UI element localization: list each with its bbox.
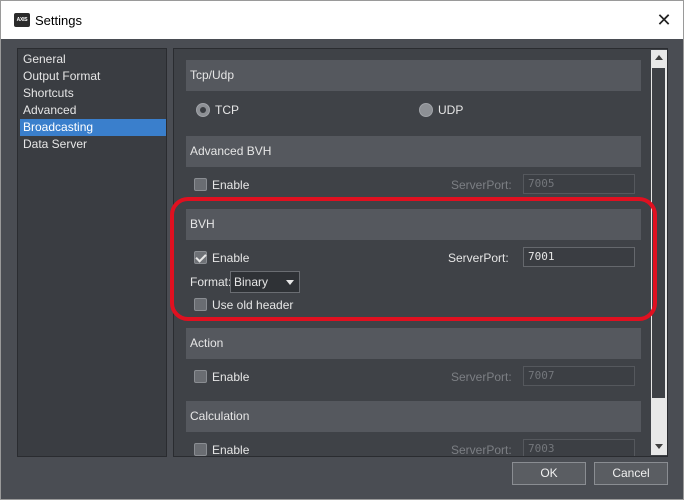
chevron-down-icon xyxy=(281,272,299,292)
bvh-port-label: ServerPort: xyxy=(448,251,509,265)
advanced-bvh-enable-checkbox[interactable] xyxy=(194,178,207,191)
advanced-bvh-port-field[interactable]: 7005 xyxy=(523,174,635,194)
ok-button[interactable]: OK xyxy=(512,462,586,485)
nav-item-shortcuts[interactable]: Shortcuts xyxy=(20,85,166,102)
bvh-format-select[interactable]: Binary xyxy=(230,271,300,293)
bvh-old-header-label: Use old header xyxy=(212,298,294,312)
action-port-field[interactable]: 7007 xyxy=(523,366,635,386)
settings-window: AXIS Settings ✕ General Output Format Sh… xyxy=(0,0,684,500)
calculation-port-label: ServerPort: xyxy=(451,443,512,457)
calculation-port-field[interactable]: 7003 xyxy=(523,439,635,456)
settings-nav: General Output Format Shortcuts Advanced… xyxy=(17,48,167,457)
action-enable-checkbox[interactable] xyxy=(194,370,207,383)
udp-label: UDP xyxy=(438,103,464,117)
scroll-up-arrow-icon[interactable] xyxy=(651,50,667,66)
section-header-calculation: Calculation xyxy=(186,401,641,432)
bvh-format-label: Format: xyxy=(190,275,232,289)
title-bar: AXIS Settings ✕ xyxy=(1,1,683,39)
action-port-label: ServerPort: xyxy=(451,370,512,384)
window-title: Settings xyxy=(35,13,82,28)
scroll-thumb[interactable] xyxy=(652,68,665,398)
close-icon[interactable]: ✕ xyxy=(651,7,677,33)
panel-scrollbar[interactable] xyxy=(651,50,667,455)
calculation-enable-label: Enable xyxy=(212,443,250,457)
section-header-tcp-udp: Tcp/Udp xyxy=(186,60,641,91)
bvh-enable-label: Enable xyxy=(212,251,250,265)
section-header-bvh: BVH xyxy=(186,209,641,240)
broadcasting-panel: Tcp/Udp TCP UDP Advanced BVH Enable Serv… xyxy=(173,48,668,457)
advanced-bvh-port-label: ServerPort: xyxy=(451,178,512,192)
bvh-format-value: Binary xyxy=(234,275,269,289)
nav-item-advanced[interactable]: Advanced xyxy=(20,102,166,119)
section-header-advanced-bvh: Advanced BVH xyxy=(186,136,641,167)
tcp-label: TCP xyxy=(215,103,239,117)
app-icon: AXIS xyxy=(14,13,30,27)
scroll-down-arrow-icon[interactable] xyxy=(651,439,667,455)
bvh-port-field[interactable]: 7001 xyxy=(523,247,635,267)
nav-item-output-format[interactable]: Output Format xyxy=(20,68,166,85)
advanced-bvh-enable-label: Enable xyxy=(212,178,250,192)
section-header-action: Action xyxy=(186,328,641,359)
bvh-old-header-checkbox[interactable] xyxy=(194,298,207,311)
nav-item-general[interactable]: General xyxy=(20,51,166,68)
udp-radio[interactable] xyxy=(419,103,433,117)
calculation-enable-checkbox[interactable] xyxy=(194,443,207,456)
cancel-button[interactable]: Cancel xyxy=(594,462,668,485)
nav-item-data-server[interactable]: Data Server xyxy=(20,136,166,153)
bvh-enable-checkbox[interactable] xyxy=(194,251,207,264)
tcp-radio[interactable] xyxy=(196,103,210,117)
action-enable-label: Enable xyxy=(212,370,250,384)
nav-item-broadcasting[interactable]: Broadcasting xyxy=(20,119,166,136)
